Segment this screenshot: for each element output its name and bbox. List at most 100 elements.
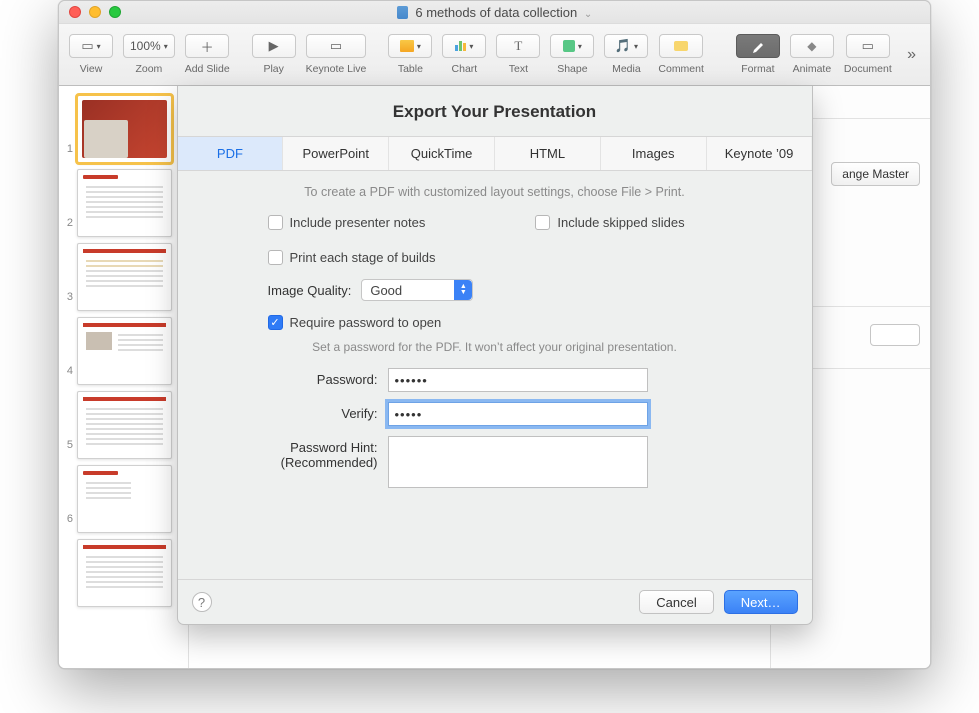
media-button[interactable]: 🎵▾: [604, 34, 648, 58]
tab-pdf[interactable]: PDF: [178, 137, 284, 170]
zoom-icon[interactable]: [109, 6, 121, 18]
minimize-icon[interactable]: [89, 6, 101, 18]
inspector-size-field[interactable]: [870, 324, 920, 346]
document-icon: [397, 6, 408, 19]
require-password-checkbox[interactable]: ✓ Require password to open: [268, 315, 782, 330]
format-button[interactable]: [736, 34, 780, 58]
include-skipped-slides-checkbox[interactable]: Include skipped slides: [535, 215, 684, 230]
slide-number: 1: [63, 95, 73, 155]
window-title: 6 methods of data collection ⌄: [59, 5, 930, 20]
add-slide-button[interactable]: ＋: [185, 34, 229, 58]
checkbox-checked-icon: ✓: [268, 315, 283, 330]
slide-number: 5: [63, 391, 73, 451]
close-icon[interactable]: [69, 6, 81, 18]
slide-number: [63, 539, 73, 587]
document-button[interactable]: ▭: [846, 34, 890, 58]
slide-thumbnail[interactable]: [77, 317, 172, 385]
checkbox-label: Require password to open: [290, 315, 442, 330]
tab-keynote09[interactable]: Keynote ’09: [707, 137, 812, 170]
verify-password-field[interactable]: [388, 402, 648, 426]
window-controls: [59, 6, 121, 18]
play-button[interactable]: ▶: [252, 34, 296, 58]
shape-label: Shape: [557, 63, 587, 75]
slide-thumb-row[interactable]: [59, 536, 188, 610]
password-hint-field[interactable]: [388, 436, 648, 488]
checkbox-icon: [535, 215, 550, 230]
slide-thumbnail[interactable]: [77, 539, 172, 607]
slide-thumb-row[interactable]: 4: [59, 314, 188, 388]
tab-powerpoint[interactable]: PowerPoint: [283, 137, 389, 170]
slide-number: 6: [63, 465, 73, 525]
print-each-stage-checkbox[interactable]: Print each stage of builds: [268, 250, 782, 265]
titlebar: 6 methods of data collection ⌄: [59, 1, 930, 24]
include-presenter-notes-checkbox[interactable]: Include presenter notes: [268, 215, 426, 230]
help-button[interactable]: ?: [192, 592, 212, 612]
checkbox-icon: [268, 215, 283, 230]
slide-thumbnail[interactable]: [77, 95, 172, 163]
slide-thumb-row[interactable]: 2: [59, 166, 188, 240]
document-label: Document: [844, 63, 892, 75]
slide-thumb-row[interactable]: 1: [59, 92, 188, 166]
tab-images[interactable]: Images: [601, 137, 707, 170]
keynote-live-label: Keynote Live: [306, 63, 367, 75]
slide-thumb-row[interactable]: 3: [59, 240, 188, 314]
toolbar: ▭▾ View 100%▾ Zoom ＋ Add Slide ▶ Play ▭ …: [59, 24, 930, 86]
tab-html[interactable]: HTML: [495, 137, 601, 170]
play-label: Play: [263, 63, 283, 75]
media-label: Media: [612, 63, 641, 75]
slide-thumbnail[interactable]: [77, 169, 172, 237]
format-label: Format: [741, 63, 774, 75]
keynote-window: 6 methods of data collection ⌄ ▭▾ View 1…: [58, 0, 931, 669]
next-button[interactable]: Next…: [724, 590, 798, 614]
table-button[interactable]: ▾: [388, 34, 432, 58]
slides-navigator[interactable]: 1 2 3 4: [59, 86, 189, 668]
select-value: Good: [370, 283, 402, 298]
image-quality-select[interactable]: Good ▲▼: [361, 279, 473, 301]
animate-button[interactable]: ◆: [790, 34, 834, 58]
chart-button[interactable]: ▾: [442, 34, 486, 58]
comment-label: Comment: [658, 63, 704, 75]
slide-number: 2: [63, 169, 73, 229]
zoom-label: Zoom: [135, 63, 162, 75]
table-label: Table: [398, 63, 423, 75]
password-field[interactable]: [388, 368, 648, 392]
view-label: View: [80, 63, 103, 75]
password-hint-label: Password Hint: (Recommended): [208, 436, 378, 470]
password-section-hint: Set a password for the PDF. It won’t aff…: [208, 340, 782, 354]
password-label: Password:: [208, 368, 378, 387]
slide-thumb-row[interactable]: 5: [59, 388, 188, 462]
select-arrows-icon: ▲▼: [454, 280, 472, 300]
sheet-title: Export Your Presentation: [178, 86, 812, 136]
export-sheet: Export Your Presentation PDF PowerPoint …: [177, 86, 813, 625]
slide-number: 4: [63, 317, 73, 377]
slide-thumbnail[interactable]: [77, 391, 172, 459]
add-slide-label: Add Slide: [185, 63, 230, 75]
slide-thumbnail[interactable]: [77, 465, 172, 533]
image-quality-label: Image Quality:: [268, 283, 352, 298]
tab-quicktime[interactable]: QuickTime: [389, 137, 495, 170]
shape-button[interactable]: ▾: [550, 34, 594, 58]
checkbox-label: Include presenter notes: [290, 215, 426, 230]
view-button[interactable]: ▭▾: [69, 34, 113, 58]
sheet-body: To create a PDF with customized layout s…: [178, 171, 812, 579]
pdf-hint-text: To create a PDF with customized layout s…: [208, 185, 782, 199]
checkbox-icon: [268, 250, 283, 265]
change-master-button[interactable]: ange Master: [831, 162, 920, 186]
keynote-live-button[interactable]: ▭: [306, 34, 366, 58]
slide-number: 3: [63, 243, 73, 303]
comment-button[interactable]: [659, 34, 703, 58]
zoom-button[interactable]: 100%▾: [123, 34, 175, 58]
document-title-text: 6 methods of data collection: [415, 5, 577, 20]
toolbar-overflow-icon[interactable]: »: [907, 46, 924, 64]
text-button[interactable]: T: [496, 34, 540, 58]
cancel-button[interactable]: Cancel: [639, 590, 713, 614]
animate-label: Animate: [793, 63, 832, 75]
checkbox-label: Print each stage of builds: [290, 250, 436, 265]
slide-thumb-row[interactable]: 6: [59, 462, 188, 536]
sheet-footer: ? Cancel Next…: [178, 579, 812, 624]
slide-thumbnail[interactable]: [77, 243, 172, 311]
chart-label: Chart: [452, 63, 478, 75]
export-format-tabs: PDF PowerPoint QuickTime HTML Images Key…: [178, 136, 812, 171]
text-label: Text: [509, 63, 528, 75]
title-chevron-icon[interactable]: ⌄: [584, 9, 592, 20]
